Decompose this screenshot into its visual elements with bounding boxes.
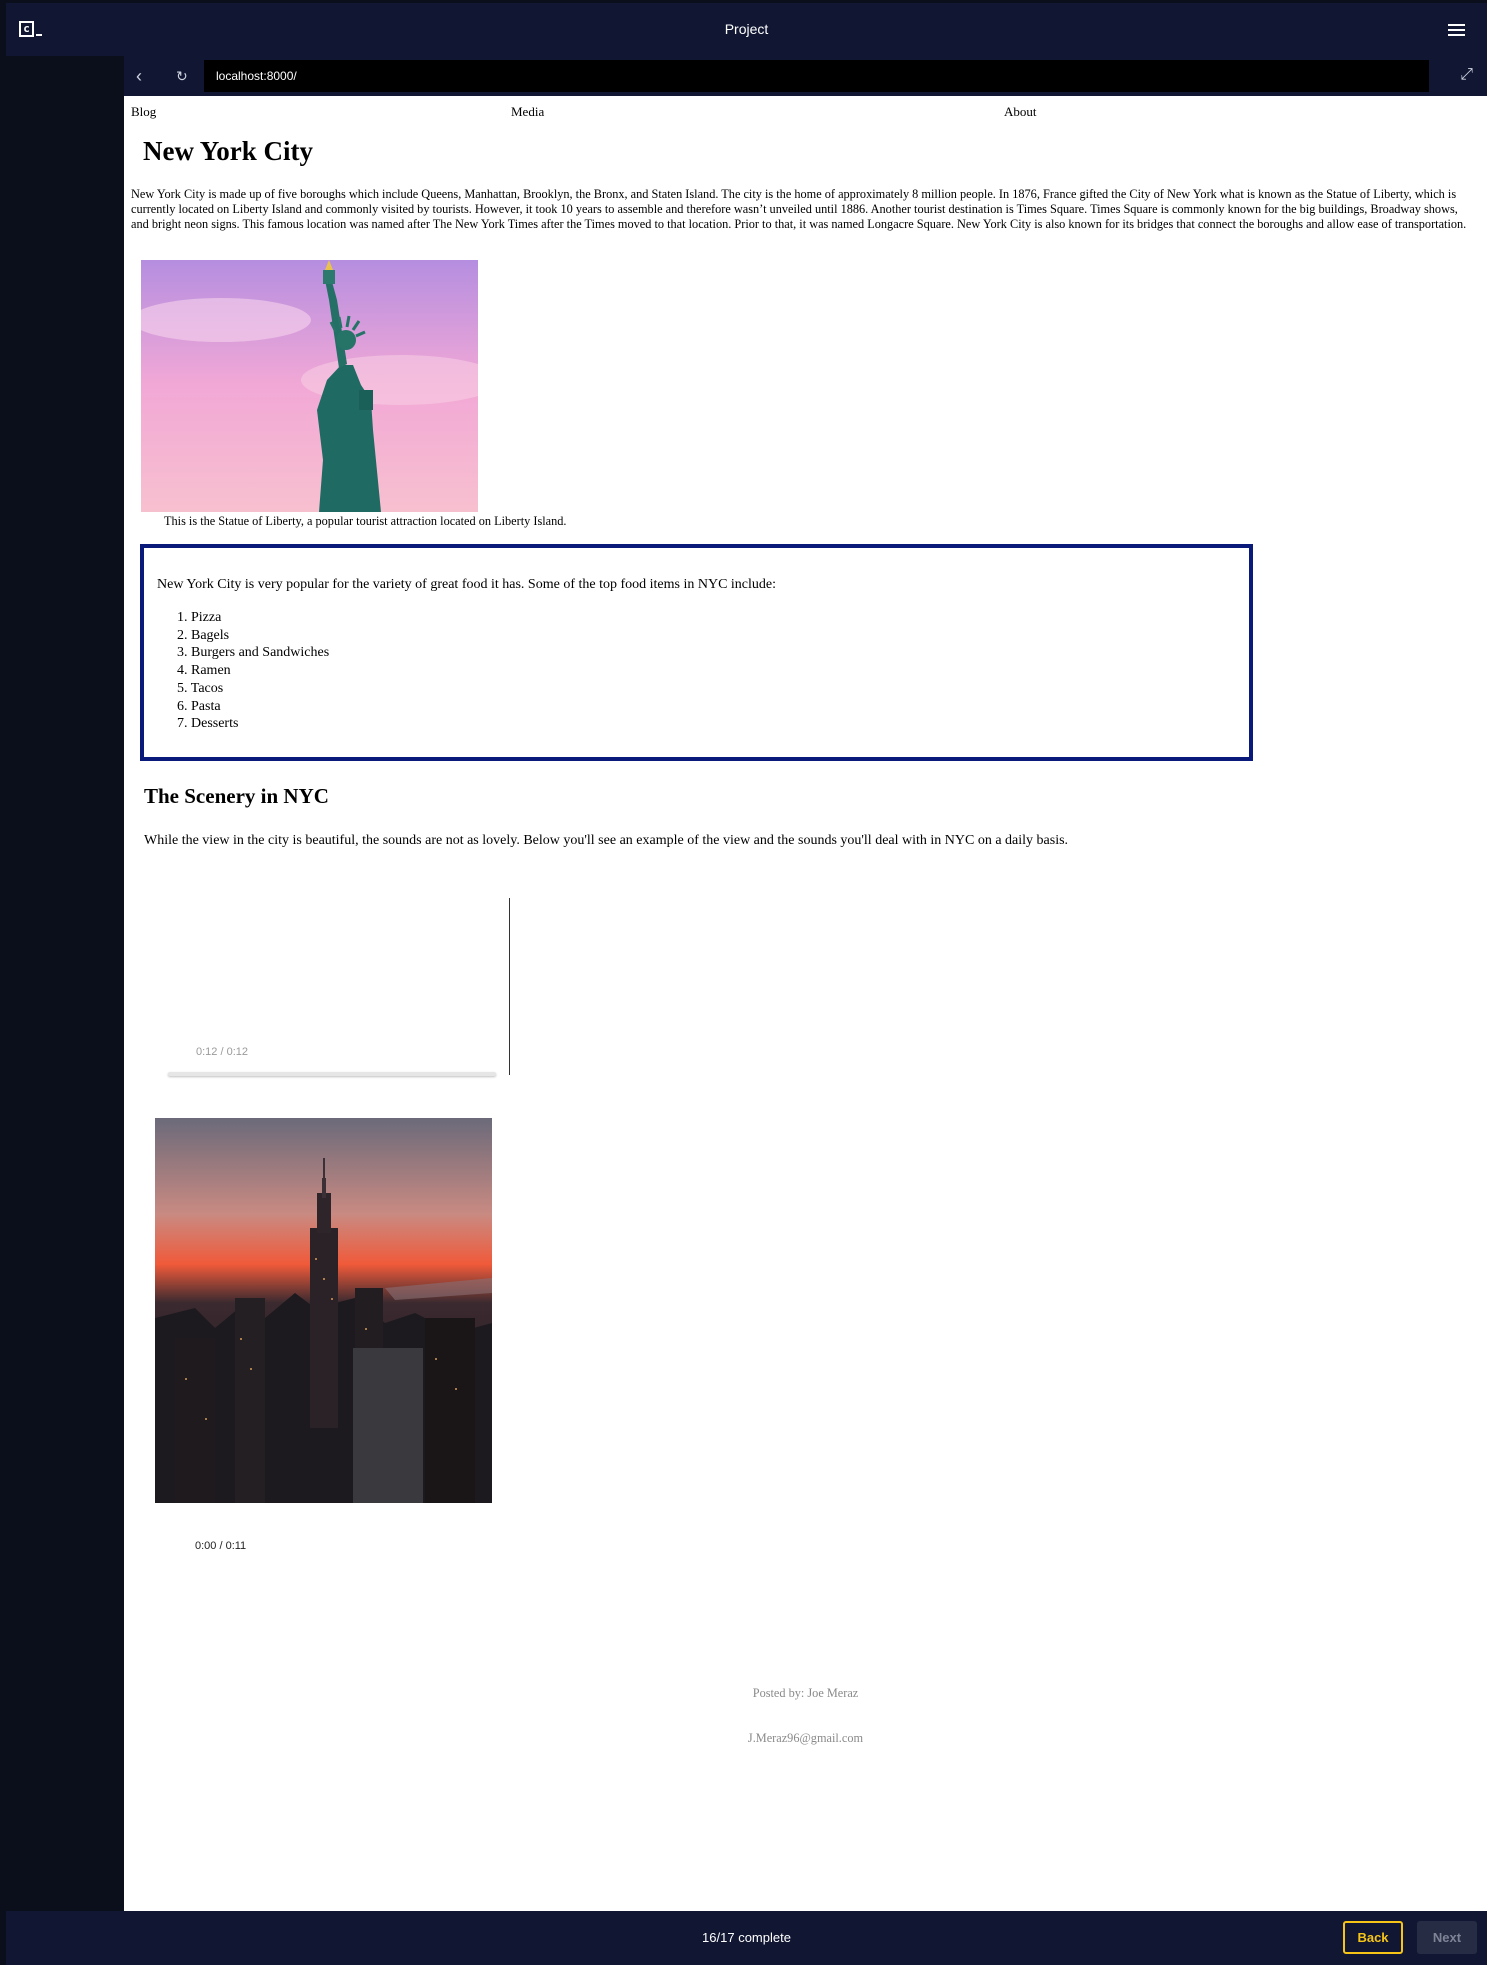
video-player-edge — [509, 898, 510, 1075]
list-item: 5. Tacos — [177, 680, 224, 696]
list-item: 2. Bagels — [177, 627, 230, 643]
audio-time-display: 0:00 / 0:11 — [195, 1540, 247, 1552]
next-button[interactable]: Next — [1417, 1921, 1477, 1954]
intro-paragraph: New York City is made up of five borough… — [131, 187, 1467, 231]
expand-icon[interactable]: ⤢ — [1460, 66, 1473, 84]
video-scrub-bar[interactable] — [168, 1072, 496, 1076]
url-input[interactable] — [204, 60, 1429, 92]
scenery-title: The Scenery in NYC — [144, 784, 329, 808]
list-item: 4. Ramen — [177, 663, 231, 679]
progress-status: 16/17 complete — [702, 1930, 791, 1945]
nav-link-media[interactable]: Media — [511, 104, 544, 120]
food-intro: New York City is very popular for the va… — [157, 577, 777, 592]
nav-link-about[interactable]: About — [1004, 104, 1037, 120]
reload-icon[interactable]: ↻ — [176, 68, 192, 84]
left-rail — [6, 56, 124, 1911]
browser-toolbar: ‹ ↻ ⤢ — [124, 56, 1487, 96]
posted-by: Posted by: Joe Meraz — [752, 1686, 859, 1700]
app-header: c Project — [6, 3, 1487, 56]
page-title: New York City — [143, 136, 313, 166]
scenery-text: While the view in the city is beautiful,… — [144, 833, 1069, 848]
site-nav: Blog Media About — [131, 104, 1471, 122]
list-item: 6. Pasta — [177, 698, 221, 714]
video-time-display: 0:12 / 0:12 — [196, 1046, 248, 1058]
list-item: 3. Burgers and Sandwiches — [177, 645, 330, 661]
liberty-caption: This is the Statue of Liberty, a popular… — [164, 514, 567, 528]
list-item: 7. Desserts — [177, 716, 239, 732]
page-viewport: Blog Media About New York City New York … — [124, 96, 1487, 1911]
back-button[interactable]: Back — [1343, 1921, 1403, 1954]
app-title: Project — [724, 21, 769, 37]
back-arrow-icon[interactable]: ‹ — [136, 67, 152, 85]
nyc-skyline-image — [155, 1118, 492, 1503]
app-footer: 16/17 complete Back Next — [6, 1911, 1487, 1965]
food-list: 1. Pizza 2. Bagels 3. Burgers and Sandwi… — [177, 609, 329, 733]
nav-link-blog[interactable]: Blog — [131, 104, 156, 120]
author-email: J.Meraz96@gmail.com — [747, 1731, 864, 1745]
hamburger-menu-icon[interactable] — [1448, 24, 1465, 37]
list-item: 1. Pizza — [177, 610, 222, 625]
food-section-box: New York City is very popular for the va… — [140, 544, 1253, 761]
statue-of-liberty-image — [141, 260, 478, 512]
